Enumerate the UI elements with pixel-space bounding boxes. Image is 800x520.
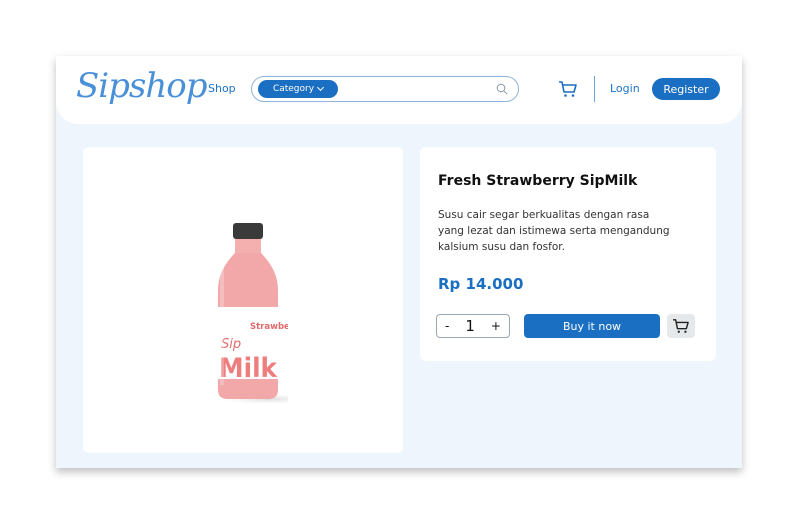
header: Sipshop Shop Category Login Register — [56, 56, 742, 124]
search-icon[interactable] — [496, 83, 508, 95]
product-image-panel: Strawberry Sip Milk — [83, 147, 403, 453]
bottle-label-brand: Milk — [219, 353, 278, 384]
header-divider — [594, 76, 595, 102]
product-title: Fresh Strawberry SipMilk — [438, 173, 638, 189]
nav-shop-link[interactable]: Shop — [208, 82, 236, 95]
logo[interactable]: Sipshop — [76, 66, 208, 106]
register-button[interactable]: Register — [652, 78, 720, 100]
product-bottle-image: Strawberry Sip Milk — [213, 223, 288, 405]
cart-icon — [673, 319, 689, 333]
product-info-panel: Fresh Strawberry SipMilk Susu cair segar… — [420, 147, 716, 361]
buy-now-button[interactable]: Buy it now — [524, 314, 660, 338]
category-label: Category — [272, 84, 315, 94]
product-price: Rp 14.000 — [438, 275, 524, 293]
search-bar[interactable]: Category — [251, 76, 519, 102]
add-to-cart-button[interactable] — [667, 314, 695, 338]
app-window: Sipshop Shop Category Login Register Str… — [56, 56, 742, 468]
quantity-increment-button[interactable]: + — [491, 319, 501, 333]
quantity-value: 1 — [465, 317, 475, 335]
bottle-label-flavor: Strawberry — [250, 322, 288, 332]
category-dropdown[interactable]: Category — [258, 80, 338, 98]
cart-icon[interactable] — [558, 79, 578, 99]
quantity-stepper[interactable]: - 1 + — [436, 314, 510, 338]
quantity-decrement-button[interactable]: - — [445, 319, 449, 333]
chevron-down-icon — [317, 83, 325, 92]
login-link[interactable]: Login — [610, 82, 640, 95]
product-description: Susu cair segar berkualitas dengan rasa … — [438, 209, 670, 253]
bottle-label-brand-script: Sip — [221, 337, 241, 352]
